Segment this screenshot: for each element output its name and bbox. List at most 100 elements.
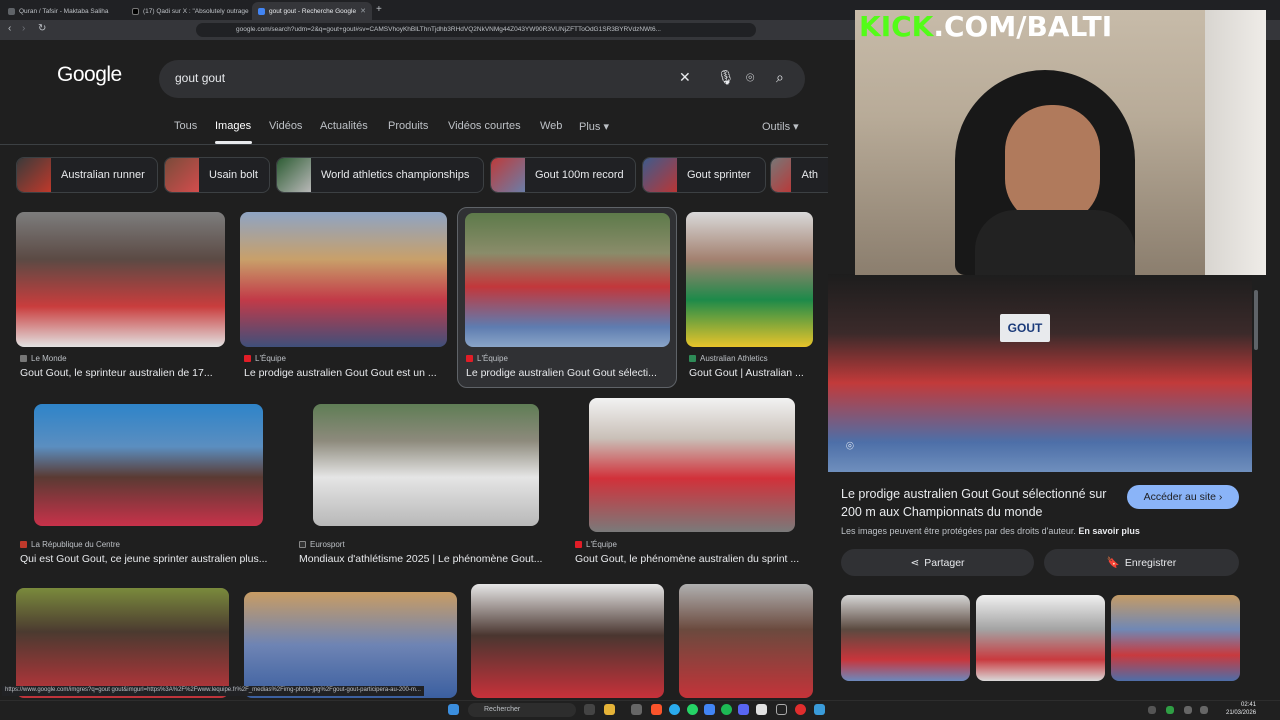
tray-icon[interactable] [1148,706,1156,714]
source-favicon [299,541,306,548]
visit-site-button[interactable]: Accéder au site › [1127,485,1239,509]
result-image[interactable] [34,404,263,526]
forward-icon[interactable]: › [22,23,25,34]
related-image[interactable] [1111,595,1240,681]
chip-ath[interactable]: Ath [770,157,828,193]
start-icon[interactable] [448,704,459,715]
save-label: Enregistrer [1124,556,1177,569]
task-view-icon[interactable] [584,704,595,715]
back-icon[interactable]: ‹ [8,23,11,34]
clock-time: 02:41 [1241,702,1257,708]
result-title[interactable]: Le prodige australien Gout Gout sélecti.… [466,367,668,379]
search-input[interactable]: gout gout [175,71,225,85]
result-title[interactable]: Gout Gout | Australian ... [689,367,813,379]
tab-news[interactable]: Actualités [320,120,368,132]
result-title[interactable]: Mondiaux d'athlétisme 2025 | Le phénomèn… [299,553,557,565]
whatsapp-icon[interactable] [687,704,698,715]
lens-search-icon[interactable]: ⌾ [846,438,854,454]
chip-world-athletics[interactable]: World athletics championships [276,157,484,193]
result-card-selected[interactable]: L'Équipe Le prodige australien Gout Gout… [457,207,677,388]
chip-label: World athletics championships [321,169,470,181]
new-tab-icon[interactable]: + [376,4,382,15]
file-explorer-icon[interactable] [604,704,615,715]
share-button[interactable]: ⋖ Partager [841,549,1034,576]
tab-short-videos[interactable]: Vidéos courtes [448,120,521,132]
result-image[interactable] [679,584,813,698]
chip-australian-runner[interactable]: Australian runner [16,157,158,193]
tab-more[interactable]: Plus ▾ [579,120,609,133]
result-image[interactable] [16,588,229,698]
source-favicon [575,541,582,548]
reload-icon[interactable]: ↻ [38,23,46,34]
result-source: L'Équipe [466,354,508,363]
result-image[interactable] [244,592,457,698]
learn-more-link[interactable]: En savoir plus [1078,526,1140,536]
chip-gout-100m-record[interactable]: Gout 100m record [490,157,636,193]
taskbar-app-icon[interactable] [631,704,642,715]
spotify-icon[interactable] [721,704,732,715]
tray-icon[interactable] [1166,706,1174,714]
streamer-face [1005,105,1100,225]
result-image[interactable] [589,398,795,532]
telegram-icon[interactable] [669,704,680,715]
lens-icon[interactable]: ⌾ [746,69,754,86]
mic-icon[interactable]: 🎙 [717,69,735,86]
taskbar-search[interactable]: Rechercher [468,703,576,717]
result-title[interactable]: Gout Gout, le phénomène australien du sp… [575,553,813,565]
url-bar[interactable]: google.com/search?udm=2&q=gout+gout#sv=C… [196,23,756,37]
result-source: Australian Athletics [689,354,768,363]
chip-label: Usain bolt [209,169,258,181]
taskbar-app-icon[interactable] [814,704,825,715]
search-icon[interactable]: ⌕ [776,69,784,86]
tab-images[interactable]: Images [215,120,251,132]
tab-web[interactable]: Web [540,120,562,132]
result-image[interactable] [471,584,664,698]
result-source: L'Équipe [244,354,286,363]
tab-x[interactable]: (17) Qadi sur X : "Absolutely outrage [126,2,250,20]
preview-title[interactable]: Le prodige australien Gout Gout sélectio… [841,485,1121,521]
tab-quran[interactable]: Quran / Tafsir - Maktaba Saliha [2,2,126,20]
result-title[interactable]: Gout Gout, le sprinteur australien de 17… [20,367,225,379]
discord-icon[interactable] [738,704,749,715]
tab-products[interactable]: Produits [388,120,428,132]
clock[interactable]: 02:41 21/03/2026 [1226,701,1256,717]
chip-usain-bolt[interactable]: Usain bolt [164,157,270,193]
result-title[interactable]: Le prodige australien Gout Gout est un .… [244,367,447,379]
chip-thumbnail [17,158,51,192]
source-label: Le Monde [31,354,67,363]
source-label: La République du Centre [31,540,120,549]
tools-button[interactable]: Outils ▾ [762,120,799,133]
volume-icon[interactable] [1200,706,1208,714]
brave-icon[interactable] [651,704,662,715]
record-icon[interactable] [795,704,806,715]
taskbar-app-icon[interactable] [756,704,767,715]
wifi-icon[interactable] [1184,706,1192,714]
tab-all[interactable]: Tous [174,120,197,132]
tab-videos[interactable]: Vidéos [269,120,302,132]
result-title[interactable]: Qui est Gout Gout, ce jeune sprinter aus… [20,553,282,565]
tab-favicon [8,7,15,15]
preview-image[interactable]: ⌾ GOUT [828,274,1252,472]
clock-date: 21/03/2026 [1226,710,1257,716]
taskbar-app-icon[interactable] [776,704,787,715]
result-image[interactable] [465,213,670,347]
panel-scrollbar[interactable] [1254,290,1258,350]
result-image[interactable] [313,404,539,526]
source-favicon [244,355,251,362]
clear-icon[interactable]: ✕ [679,69,691,86]
result-source: L'Équipe [575,540,617,549]
close-tab-icon[interactable]: ✕ [360,7,366,15]
result-image[interactable] [240,212,447,347]
related-image[interactable] [976,595,1105,681]
result-image[interactable] [686,212,813,347]
related-image[interactable] [841,595,970,681]
google-logo[interactable]: Google [57,63,122,87]
chip-gout-sprinter[interactable]: Gout sprinter [642,157,766,193]
taskbar-app-icon[interactable] [704,704,715,715]
webcam-overlay [855,10,1266,275]
search-box[interactable]: gout gout ✕ 🎙 ⌾ ⌕ [159,60,805,98]
save-button[interactable]: 🔖 Enregistrer [1044,549,1239,576]
copyright-text: Les images peuvent être protégées par de… [841,526,1076,536]
tab-google[interactable]: gout gout - Recherche Google ✕ [252,2,372,20]
result-image[interactable] [16,212,225,347]
